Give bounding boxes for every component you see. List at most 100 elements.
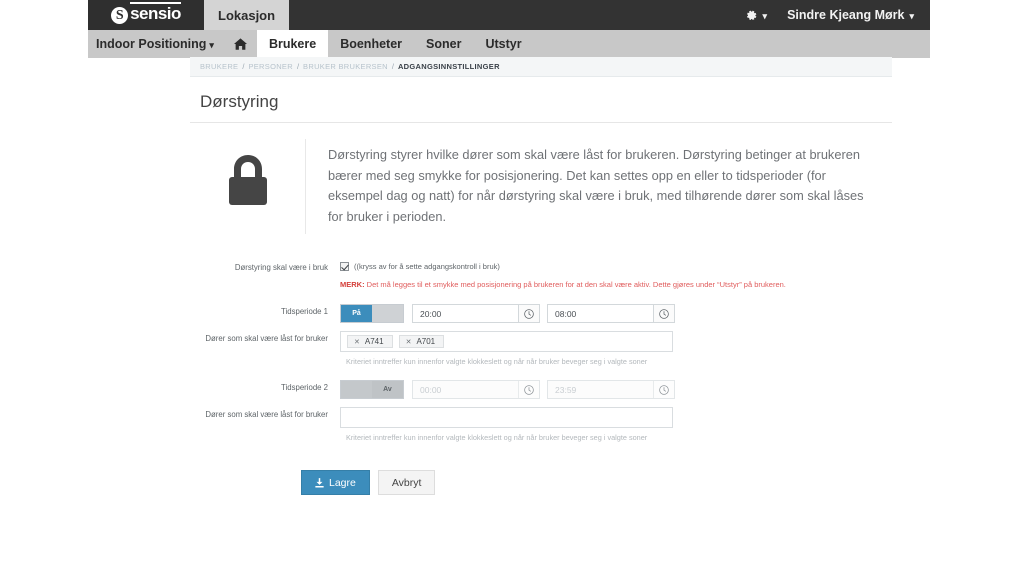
warning-prefix: MERK: (340, 279, 365, 289)
period-2-toggle-knob (341, 381, 372, 399)
period-1-controls: På 20:00 08:00 (340, 304, 892, 324)
enable-checkbox-line[interactable]: ((kryss av for å sette adgangskontroll i… (340, 260, 892, 274)
nav-brand-indoor-positioning[interactable]: Indoor Positioning ▾ (88, 30, 224, 58)
intro-description: Dørstyring styrer hvilke dører som skal … (305, 139, 882, 234)
period-2-end-time-value: 23:59 (555, 384, 577, 395)
cancel-button-label: Avbryt (391, 476, 422, 489)
period-2-label: Tidsperiode 2 (281, 383, 328, 393)
period-1-start-time-field[interactable]: 20:00 (412, 304, 540, 324)
period-2-doors-control: Kriteriet inntreffer kun innenfor valgte… (340, 407, 892, 442)
user-caret-icon: ▾ (909, 10, 914, 21)
breadcrumb-separator: / (296, 62, 300, 71)
location-tab[interactable]: Lokasjon (204, 0, 290, 30)
period-1-end-clock-button[interactable] (653, 305, 674, 323)
period-2-doors-label: Dører som skal være låst for bruker (205, 410, 328, 420)
period-2-end-clock-button[interactable] (653, 381, 674, 399)
nav-item-brukere[interactable]: Brukere (256, 30, 329, 58)
period-2-hint: Kriteriet inntreffer kun innenfor valgte… (346, 433, 648, 443)
form-actions: Lagre Avbryt (190, 444, 892, 496)
user-menu[interactable]: Sindre Kjeang Mørk ▾ (787, 8, 914, 22)
chevron-down-icon: ▾ (209, 39, 214, 50)
remove-tag-icon[interactable]: ✕ (406, 338, 412, 346)
logo-text: sensio (130, 2, 181, 23)
content-area: Dørstyring Dørstyring styrer hvilke døre… (190, 86, 892, 496)
period-2-doors-input[interactable] (340, 407, 673, 429)
enable-checkbox[interactable] (340, 262, 349, 272)
period-1-toggle-knob (372, 305, 403, 323)
logo-mark: S sensio (111, 2, 181, 25)
location-tab-label: Lokasjon (218, 7, 276, 23)
form-row-period-1: Tidsperiode 1 På 20:00 08:00 (190, 304, 892, 324)
warning-note: MERK: Det må legges til et smykke med po… (340, 280, 892, 291)
breadcrumb-item-adgangsinnstillinger: ADGANGSINNSTILLINGER (397, 62, 500, 71)
period-2-start-time-value: 00:00 (420, 384, 442, 395)
door-control-form: Dørstyring skal være i bruk ((kryss av f… (190, 242, 892, 496)
period-1-end-time-field[interactable]: 08:00 (547, 304, 675, 324)
remove-tag-icon[interactable]: ✕ (354, 338, 360, 346)
enable-checkbox-label: ((kryss av for å sette adgangskontroll i… (354, 262, 500, 272)
enable-control: ((kryss av for å sette adgangskontroll i… (340, 260, 892, 291)
nav-item-label: Brukere (268, 37, 317, 51)
save-button-label: Lagre (329, 476, 356, 489)
app-root: S sensio Lokasjon ▾ Sindre Kjeang Mørk ▾… (0, 0, 1024, 569)
clock-icon (659, 385, 669, 395)
settings-menu[interactable]: ▾ (745, 9, 768, 22)
clock-icon (524, 385, 534, 395)
breadcrumb: BRUKERE / PERSONER / BRUKER BRUKERSEN / … (190, 57, 892, 77)
breadcrumb-item-personer[interactable]: PERSONER (248, 62, 293, 71)
padlock-icon (223, 153, 273, 209)
nav-brand-label: Indoor Positioning (96, 37, 207, 51)
period-1-doors-control: ✕ A741 ✕ A701 Kriteriet inntreffer kun i… (340, 331, 892, 366)
period-2-end-time-field[interactable]: 23:59 (547, 380, 675, 400)
nav-item-label: Soner (426, 37, 462, 51)
nav-item-soner[interactable]: Soner (414, 30, 473, 58)
save-button[interactable]: Lagre (301, 470, 370, 496)
door-tag-label: A741 (364, 337, 384, 347)
form-row-enable: Dørstyring skal være i bruk ((kryss av f… (190, 260, 892, 291)
breadcrumb-separator: / (391, 62, 394, 71)
door-tag[interactable]: ✕ A741 (347, 335, 393, 349)
breadcrumb-separator: / (242, 62, 245, 71)
home-icon (233, 38, 247, 50)
period-1-doors-input[interactable]: ✕ A741 ✕ A701 (340, 331, 673, 353)
breadcrumb-item-brukere[interactable]: BRUKERE (200, 62, 238, 71)
main-nav: Indoor Positioning ▾ Brukere Boenheter S… (88, 30, 930, 58)
period-1-end-time-value: 08:00 (555, 308, 577, 319)
settings-caret-icon: ▾ (762, 10, 768, 21)
nav-item-label: Boenheter (340, 37, 403, 51)
form-row-period-2-doors: Dører som skal være låst for bruker Krit… (190, 407, 892, 442)
breadcrumb-item-bruker-brukersen[interactable]: BRUKER BRUKERSEN (303, 62, 388, 71)
period-1-toggle[interactable]: På (340, 304, 404, 324)
enable-label: Dørstyring skal være i bruk (234, 262, 328, 272)
period-1-start-time-value: 20:00 (420, 308, 442, 319)
top-bar-right: ▾ Sindre Kjeang Mørk ▾ (745, 8, 930, 22)
nav-item-utstyr[interactable]: Utstyr (473, 30, 533, 58)
door-tag-label: A701 (416, 337, 436, 347)
period-2-start-time-field[interactable]: 00:00 (412, 380, 540, 400)
top-bar: S sensio Lokasjon ▾ Sindre Kjeang Mørk ▾ (88, 0, 930, 30)
logo-s-icon: S (111, 6, 129, 24)
period-2-toggle[interactable]: Av (340, 380, 404, 400)
user-name-label: Sindre Kjeang Mørk (787, 8, 905, 22)
period-1-hint: Kriteriet inntreffer kun innenfor valgte… (346, 357, 648, 367)
period-1-toggle-on-label: På (341, 305, 372, 323)
nav-item-home[interactable] (224, 30, 257, 58)
door-tag[interactable]: ✕ A701 (398, 335, 445, 349)
clock-icon (524, 309, 534, 319)
nav-item-label: Utstyr (485, 37, 522, 51)
cancel-button[interactable]: Avbryt (377, 470, 436, 496)
clock-icon (659, 309, 669, 319)
gear-icon (745, 9, 758, 22)
period-2-toggle-off-label: Av (372, 381, 403, 399)
form-row-period-2: Tidsperiode 2 Av 00:00 23:59 (190, 380, 892, 400)
logo[interactable]: S sensio (88, 0, 204, 30)
period-1-start-clock-button[interactable] (518, 305, 539, 323)
nav-item-boenheter[interactable]: Boenheter (328, 30, 414, 58)
form-row-period-1-doors: Dører som skal være låst for bruker ✕ A7… (190, 331, 892, 366)
intro-section: Dørstyring styrer hvilke dører som skal … (190, 123, 892, 242)
period-2-start-clock-button[interactable] (518, 381, 539, 399)
warning-text: Det må legges til et smykke med posisjon… (364, 279, 786, 289)
period-2-controls: Av 00:00 23:59 (340, 380, 892, 400)
lock-icon-column (190, 139, 305, 209)
period-1-label: Tidsperiode 1 (281, 307, 328, 317)
